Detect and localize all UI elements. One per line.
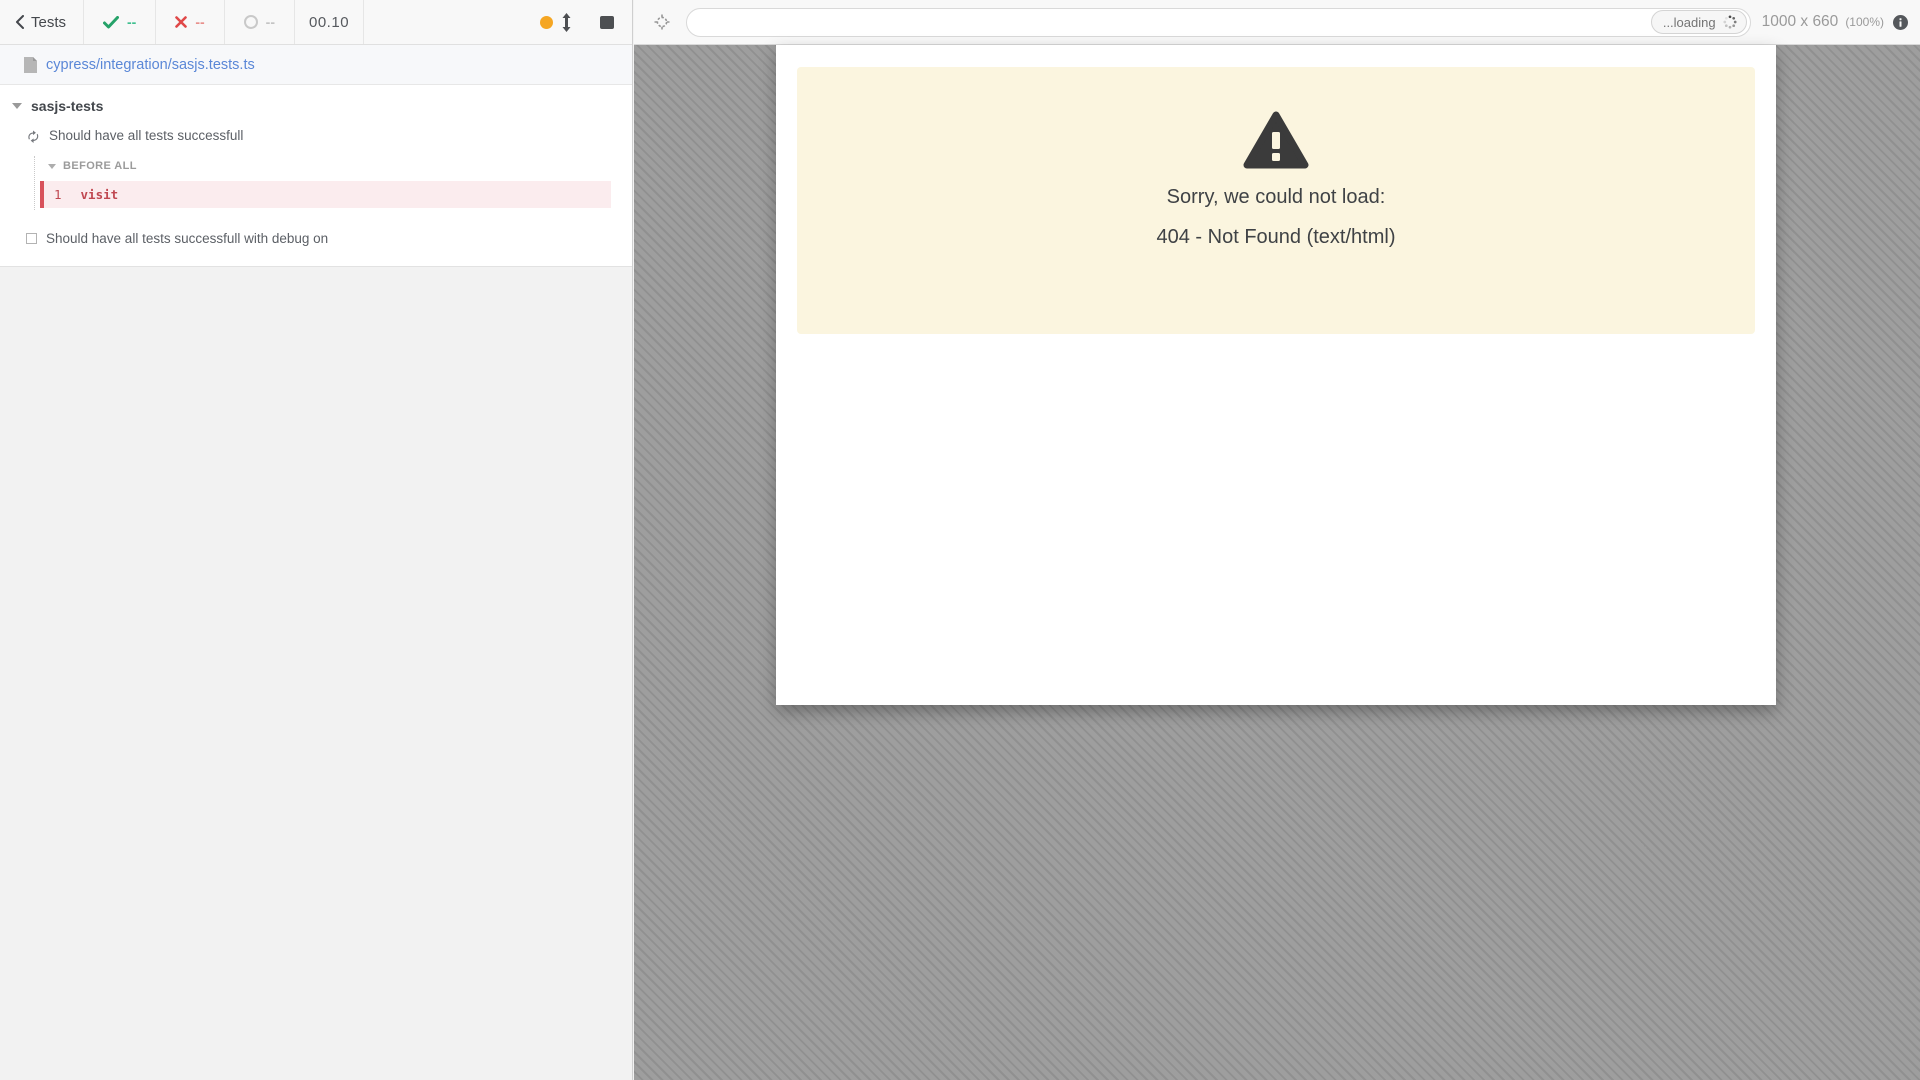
command-name: visit: [81, 187, 119, 202]
viewport-info: 1000 x 660 (100%): [1762, 13, 1912, 31]
x-icon: [175, 16, 187, 28]
suite-sasjs-tests[interactable]: sasjs-tests: [0, 93, 632, 119]
passed-stat: --: [84, 14, 155, 30]
hook-header[interactable]: BEFORE ALL: [35, 156, 632, 181]
url-bar: ...loading: [686, 8, 1751, 37]
caret-down-icon: [48, 164, 56, 169]
test-row-running[interactable]: Should have all tests successfull: [0, 122, 632, 149]
spec-header: cypress/integration/sasjs.tests.ts: [0, 45, 632, 85]
loading-label: ...loading: [1663, 15, 1716, 30]
info-icon[interactable]: [1893, 15, 1908, 30]
back-button-label: Tests: [31, 14, 66, 31]
selector-playground-icon[interactable]: [651, 14, 673, 30]
test-row-pending[interactable]: Should have all tests successfull with d…: [0, 225, 632, 252]
test-list: sasjs-tests Should have all tests succes…: [0, 85, 632, 267]
runner-area: ...loading 1000 x 660 (100%: [634, 0, 1920, 1080]
viewport-size: 1000 x 660: [1762, 13, 1839, 31]
url-input[interactable]: [701, 14, 1651, 30]
pending-stat: --: [225, 14, 294, 30]
reporter-panel: Tests -- -- -- 00.10: [0, 0, 633, 1080]
refresh-icon: [26, 129, 40, 143]
load-error-box: Sorry, we could not load: 404 - Not Foun…: [797, 67, 1755, 334]
runner-header: ...loading 1000 x 660 (100%: [634, 0, 1920, 45]
caret-down-icon: [12, 103, 22, 109]
command-row-visit[interactable]: 1 visit: [40, 181, 611, 208]
before-all-hook: BEFORE ALL 1 visit: [34, 156, 632, 210]
test-title: Should have all tests successfull: [49, 128, 243, 143]
error-heading: Sorry, we could not load:: [797, 186, 1755, 209]
passed-count: --: [127, 14, 136, 30]
check-icon: [103, 16, 119, 29]
stop-button[interactable]: [600, 16, 614, 29]
hook-label: BEFORE ALL: [63, 160, 137, 172]
toolbar-right-controls: [540, 13, 632, 32]
warning-triangle-icon: [1243, 111, 1309, 174]
chevron-left-icon: [15, 15, 24, 29]
back-to-tests-button[interactable]: Tests: [0, 0, 83, 44]
loading-status-badge: ...loading: [1651, 10, 1747, 34]
spec-file-link[interactable]: cypress/integration/sasjs.tests.ts: [46, 57, 255, 73]
pending-count: --: [266, 14, 275, 30]
suite-title: sasjs-tests: [31, 98, 103, 114]
loading-spinner-icon: [1723, 15, 1737, 29]
reporter-toolbar: Tests -- -- -- 00.10: [0, 0, 632, 45]
failed-count: --: [195, 14, 204, 30]
scroll-position-icon[interactable]: [561, 13, 572, 32]
file-icon: [24, 57, 37, 73]
test-timer: 00.10: [295, 14, 363, 31]
failed-stat: --: [156, 14, 223, 30]
viewport-scale: (100%): [1845, 15, 1884, 29]
empty-box-icon: [26, 233, 37, 244]
application-under-test-frame: Sorry, we could not load: 404 - Not Foun…: [776, 45, 1776, 705]
circle-icon: [244, 15, 258, 29]
test-title: Should have all tests successfull with d…: [46, 231, 328, 246]
running-indicator-dot: [540, 16, 553, 29]
command-number: 1: [54, 187, 62, 202]
toolbar-divider: [363, 0, 364, 44]
test-stage: Sorry, we could not load: 404 - Not Foun…: [634, 45, 1920, 1080]
error-message: 404 - Not Found (text/html): [797, 226, 1755, 249]
